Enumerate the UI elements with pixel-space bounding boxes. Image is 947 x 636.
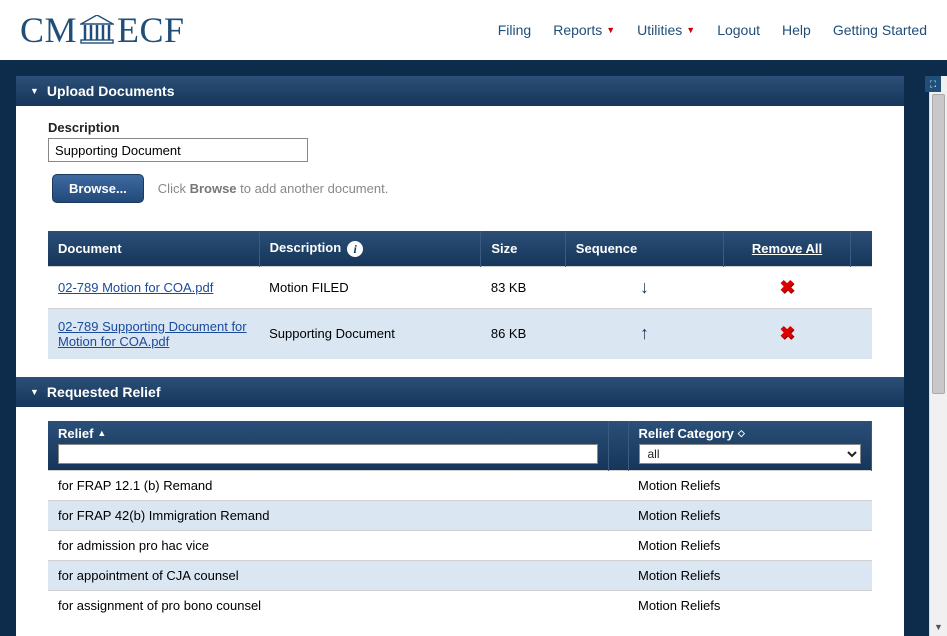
relief-category: Motion Reliefs [628, 560, 872, 590]
table-row[interactable]: for FRAP 12.1 (b) Remand Motion Reliefs [48, 470, 872, 500]
relief-name: for appointment of CJA counsel [48, 560, 608, 590]
doc-size: 86 KB [481, 308, 565, 359]
browse-button[interactable]: Browse... [52, 174, 144, 203]
table-row: 02-789 Supporting Document for Motion fo… [48, 308, 872, 359]
bank-icon [80, 15, 114, 45]
sequence-down-icon[interactable]: ↓ [640, 277, 649, 297]
col-relief[interactable]: Relief▲ [48, 421, 608, 471]
section-header-relief[interactable]: ▼ Requested Relief [16, 377, 904, 407]
col-sequence[interactable]: Sequence [565, 231, 723, 266]
nav-getting-started[interactable]: Getting Started [833, 22, 927, 38]
relief-filter-input[interactable] [58, 444, 598, 464]
relief-name: for assignment of pro bono counsel [48, 590, 608, 620]
relief-name: for admission pro hac vice [48, 530, 608, 560]
doc-description: Supporting Document [259, 308, 481, 359]
col-document[interactable]: Document [48, 231, 259, 266]
scroll-thumb[interactable] [932, 94, 945, 394]
sequence-up-icon[interactable]: ↑ [640, 323, 649, 343]
sort-both-icon: ◇ [738, 428, 745, 439]
chevron-down-icon: ▼ [686, 25, 695, 35]
relief-name: for FRAP 42(b) Immigration Remand [48, 500, 608, 530]
doc-description: Motion FILED [259, 266, 481, 308]
chevron-down-icon: ▼ [30, 86, 39, 96]
table-row[interactable]: for assignment of pro bono counsel Motion… [48, 590, 872, 620]
nav-filing[interactable]: Filing [498, 22, 531, 38]
col-tail [850, 231, 872, 266]
logo: CM ECF [20, 9, 185, 51]
relief-category: Motion Reliefs [628, 500, 872, 530]
panel-area: ▼ Upload Documents Description Browse...… [16, 76, 904, 636]
upload-body: Description Browse... Click Browse to ad… [16, 106, 904, 377]
chevron-down-icon: ▼ [606, 25, 615, 35]
scroll-down-icon[interactable]: ▼ [930, 618, 947, 636]
description-input[interactable] [48, 138, 308, 162]
relief-category-select[interactable]: all [639, 444, 862, 464]
relief-table: Relief▲ Relief Category◇ all [48, 421, 872, 620]
chevron-down-icon: ▼ [30, 387, 39, 397]
document-link[interactable]: 02-789 Supporting Document for Motion fo… [58, 319, 247, 349]
top-nav: Filing Reports▼ Utilities▼ Logout Help G… [498, 22, 927, 38]
remove-icon[interactable]: ✖ [779, 277, 794, 298]
documents-table: Document Descriptioni Size Sequence Remo… [48, 231, 872, 359]
section-title: Upload Documents [47, 83, 175, 99]
nav-utilities[interactable]: Utilities▼ [637, 22, 695, 38]
logo-text-left: CM [20, 9, 77, 51]
content-band: ▼ Upload Documents Description Browse...… [0, 60, 947, 636]
relief-category: Motion Reliefs [628, 470, 872, 500]
top-bar: CM ECF Filing Reports▼ Utilities▼ Logout… [0, 0, 947, 60]
sort-asc-icon: ▲ [97, 428, 106, 438]
relief-body: Relief▲ Relief Category◇ all [16, 407, 904, 620]
relief-category: Motion Reliefs [628, 530, 872, 560]
col-description[interactable]: Descriptioni [259, 231, 481, 266]
nav-logout[interactable]: Logout [717, 22, 760, 38]
vertical-scrollbar[interactable]: ▲ ▼ [929, 76, 947, 636]
fullscreen-icon[interactable]: ⛶ [925, 76, 941, 92]
relief-category: Motion Reliefs [628, 590, 872, 620]
document-link[interactable]: 02-789 Motion for COA.pdf [58, 280, 213, 295]
relief-name: for FRAP 12.1 (b) Remand [48, 470, 608, 500]
remove-icon[interactable]: ✖ [779, 323, 794, 344]
table-row[interactable]: for appointment of CJA counsel Motion Rel… [48, 560, 872, 590]
description-label: Description [48, 120, 872, 135]
table-row: 02-789 Motion for COA.pdf Motion FILED83 … [48, 266, 872, 308]
section-header-upload[interactable]: ▼ Upload Documents [16, 76, 904, 106]
table-row[interactable]: for FRAP 42(b) Immigration Remand Motion … [48, 500, 872, 530]
table-row[interactable]: for admission pro hac vice Motion Reliefs [48, 530, 872, 560]
doc-size: 83 KB [481, 266, 565, 308]
browse-hint: Click Browse to add another document. [158, 181, 389, 196]
col-remove-all[interactable]: Remove All [724, 231, 851, 266]
logo-text-right: ECF [117, 9, 185, 51]
col-relief-category[interactable]: Relief Category◇ all [628, 421, 872, 471]
nav-help[interactable]: Help [782, 22, 811, 38]
col-size[interactable]: Size [481, 231, 565, 266]
nav-reports[interactable]: Reports▼ [553, 22, 615, 38]
info-icon[interactable]: i [347, 241, 363, 257]
col-spacer [608, 421, 628, 471]
section-title: Requested Relief [47, 384, 161, 400]
